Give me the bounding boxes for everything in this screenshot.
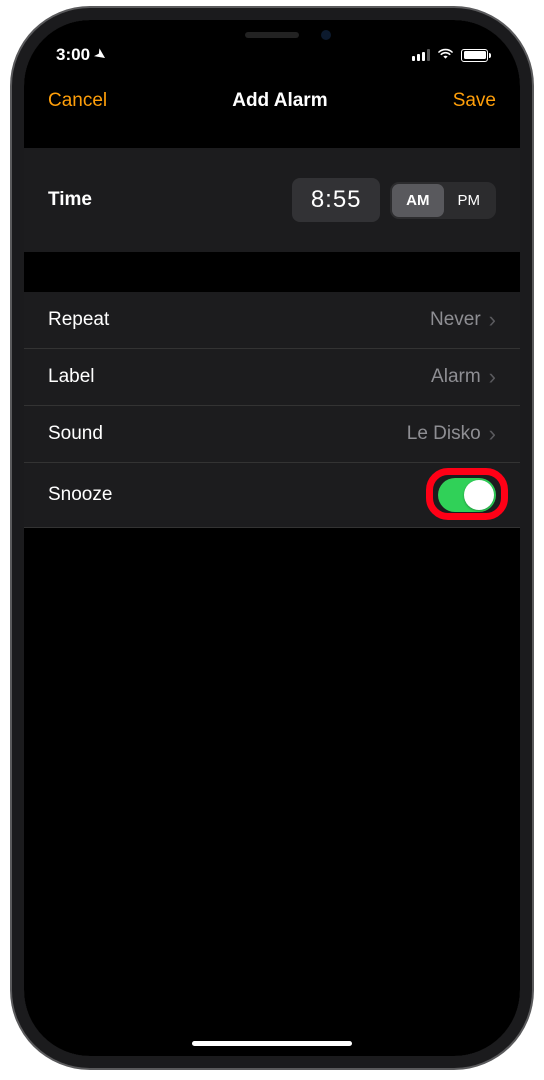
nav-header: Cancel Add Alarm Save	[24, 72, 520, 126]
location-icon: ➤	[91, 45, 109, 64]
am-button[interactable]: AM	[392, 184, 443, 217]
settings-list: Repeat Never › Label Alarm › Sound	[24, 292, 520, 528]
device-frame: 3:00 ➤ Cancel Add Alarm S	[12, 8, 532, 1068]
chevron-right-icon: ›	[489, 307, 496, 333]
label-label: Label	[48, 366, 95, 388]
page-title: Add Alarm	[232, 90, 327, 112]
wifi-icon	[437, 45, 454, 65]
repeat-value: Never	[430, 309, 481, 331]
repeat-label: Repeat	[48, 309, 109, 331]
time-section: Time 8:55 AM PM	[24, 148, 520, 252]
chevron-right-icon: ›	[489, 364, 496, 390]
save-button[interactable]: Save	[453, 90, 496, 112]
cancel-button[interactable]: Cancel	[48, 90, 107, 112]
snooze-toggle[interactable]	[438, 478, 496, 512]
status-time: 3:00	[56, 45, 90, 65]
toggle-knob	[464, 480, 494, 510]
sound-row[interactable]: Sound Le Disko ›	[24, 405, 520, 462]
cellular-icon	[412, 49, 430, 61]
repeat-row[interactable]: Repeat Never ›	[24, 292, 520, 348]
sound-value: Le Disko	[407, 423, 481, 445]
pm-button[interactable]: PM	[444, 184, 495, 217]
chevron-right-icon: ›	[489, 421, 496, 447]
front-camera	[321, 30, 331, 40]
ampm-segmented-control[interactable]: AM PM	[390, 182, 496, 219]
time-label: Time	[48, 189, 92, 211]
snooze-row: Snooze	[24, 462, 520, 528]
label-row[interactable]: Label Alarm ›	[24, 348, 520, 405]
sound-label: Sound	[48, 423, 103, 445]
label-value: Alarm	[431, 366, 481, 388]
battery-icon	[461, 49, 488, 62]
time-input[interactable]: 8:55	[292, 178, 380, 222]
snooze-label: Snooze	[48, 484, 112, 506]
home-indicator[interactable]	[192, 1041, 352, 1046]
screen: 3:00 ➤ Cancel Add Alarm S	[24, 20, 520, 1056]
speaker	[245, 32, 299, 38]
notch	[167, 20, 377, 56]
